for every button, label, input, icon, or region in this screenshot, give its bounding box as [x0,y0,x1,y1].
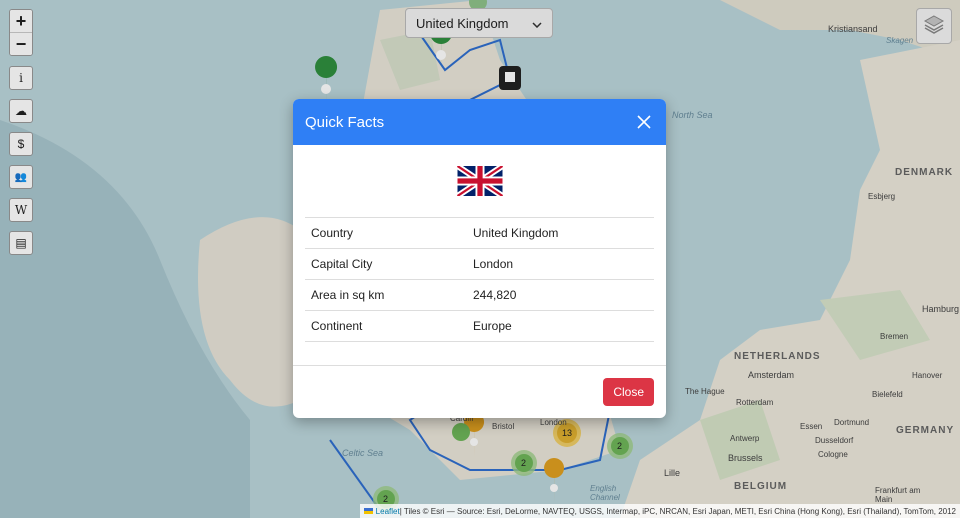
table-row: Area in sq km 244,820 [305,279,654,311]
fact-key: Continent [305,310,467,342]
fact-value: London [467,248,654,280]
close-icon[interactable] [634,112,654,132]
fact-value: United Kingdom [467,218,654,249]
fact-key: Capital City [305,248,467,280]
uk-flag-icon [456,166,503,196]
modal-body: Country United Kingdom Capital City Lond… [293,145,666,342]
map-attribution: Leaflet | Tiles © Esri — Source: Esri, D… [359,504,960,518]
fact-key: Country [305,218,467,249]
fact-value: 244,820 [467,279,654,311]
table-row: Country United Kingdom [305,218,654,249]
attribution-text: | Tiles © Esri — Source: Esri, DeLorme, … [399,506,956,516]
modal-title: Quick Facts [305,113,385,131]
flag-row [305,145,654,218]
close-button[interactable]: Close [603,378,654,406]
fact-value: Europe [467,310,654,342]
flag-icon [363,508,373,514]
facts-table: Country United Kingdom Capital City Lond… [305,218,654,342]
table-row: Capital City London [305,248,654,280]
fact-key: Area in sq km [305,279,467,311]
table-row: Continent Europe [305,310,654,342]
leaflet-link[interactable]: Leaflet [376,507,400,516]
modal-footer: Close [293,365,666,418]
modal-header: Quick Facts [293,99,666,145]
quick-facts-modal: Quick Facts Country United Kingdom Capit… [293,99,666,418]
